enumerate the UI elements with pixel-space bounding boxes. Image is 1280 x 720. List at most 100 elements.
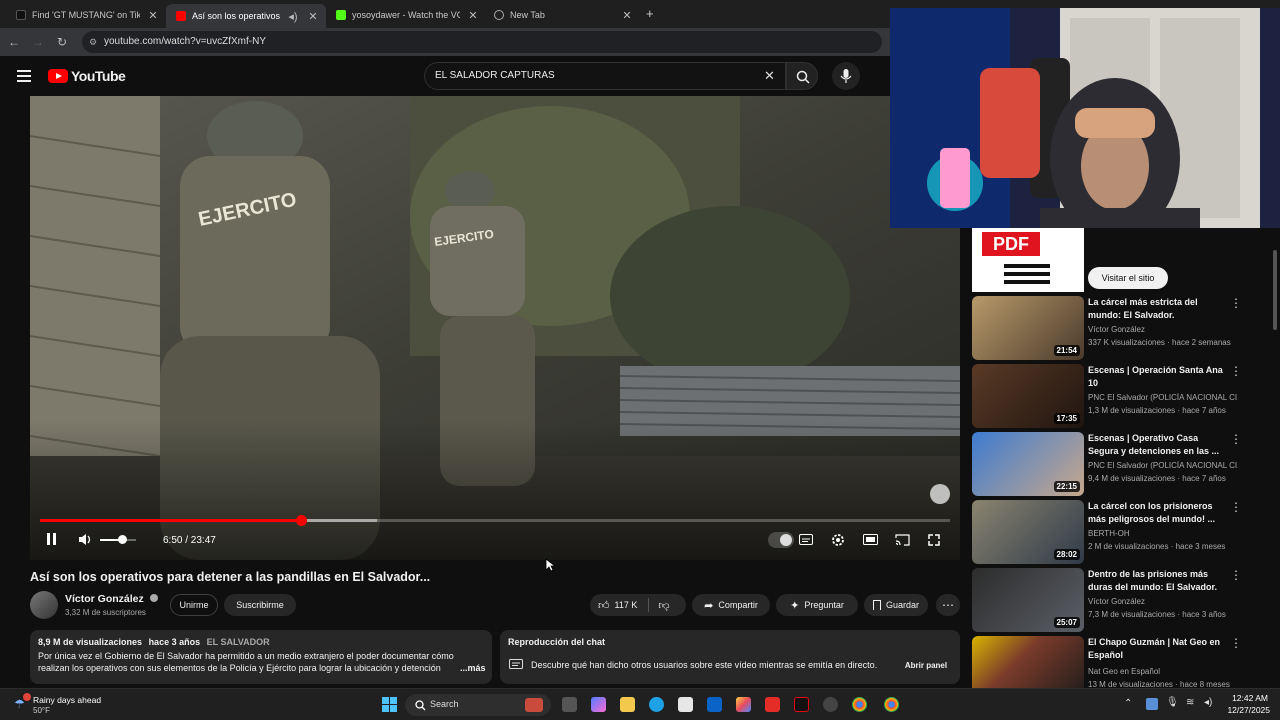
chrome-icon[interactable] xyxy=(884,697,899,712)
tab-kick[interactable]: yosoydawer - Watch the VOD c ✕ xyxy=(326,4,486,26)
settings-gear-icon[interactable] xyxy=(831,533,845,547)
subscribe-button[interactable]: Suscribirme xyxy=(224,594,296,616)
video-title[interactable]: Escenas | Operación Santa Ana 10 xyxy=(1088,364,1228,390)
chrome-icon[interactable] xyxy=(852,697,867,712)
dislike-icon[interactable]: 👎︎ xyxy=(658,599,669,612)
clear-search-icon[interactable]: ✕ xyxy=(764,68,775,84)
more-vert-icon[interactable]: ⋮ xyxy=(1230,364,1242,378)
tab-youtube[interactable]: Así son los operativos para ◂) ✕ xyxy=(166,4,326,28)
show-more-link[interactable]: ...más xyxy=(456,663,486,673)
share-button[interactable]: ➦ Compartir xyxy=(692,594,770,616)
pause-button[interactable] xyxy=(46,533,58,547)
more-vert-icon[interactable]: ⋮ xyxy=(1230,636,1242,650)
task-view-icon[interactable] xyxy=(562,697,577,712)
youtube-app-icon[interactable] xyxy=(765,697,780,712)
channel-name[interactable]: Víctor González xyxy=(1088,325,1238,334)
more-vert-icon[interactable]: ⋮ xyxy=(1230,432,1242,446)
recommended-video[interactable]: 17:35 Escenas | Operación Santa Ana 10 P… xyxy=(972,364,1272,428)
video-thumbnail[interactable]: 22:15 xyxy=(972,432,1084,496)
store-icon[interactable] xyxy=(678,697,693,712)
video-title[interactable]: La cárcel con los prisioneros más peligr… xyxy=(1088,500,1228,526)
microphone-tray-icon[interactable]: 🎙︎ xyxy=(1166,697,1179,708)
video-thumbnail[interactable] xyxy=(972,636,1084,688)
back-icon[interactable]: ← xyxy=(6,34,22,50)
settings-icon[interactable] xyxy=(823,697,838,712)
close-icon[interactable]: ✕ xyxy=(466,9,480,22)
hashtag-link[interactable]: EL SALVADOR xyxy=(207,637,270,647)
taskbar-search[interactable]: Search xyxy=(405,694,551,716)
search-button[interactable] xyxy=(786,62,818,90)
more-vert-icon[interactable]: ⋮ xyxy=(1230,568,1242,582)
forward-icon[interactable]: → xyxy=(30,34,46,50)
video-title[interactable]: Escenas | Operativo Casa Segura y detenc… xyxy=(1088,432,1228,458)
description-box[interactable]: 8,9 M de visualizaciones hace 3 años EL … xyxy=(30,630,492,684)
save-button[interactable]: Guardar xyxy=(864,594,928,616)
tab-new[interactable]: New Tab ✕ xyxy=(484,4,640,26)
join-button[interactable]: Unirme xyxy=(170,594,218,616)
close-icon[interactable]: ✕ xyxy=(620,9,634,22)
volume-slider[interactable] xyxy=(100,535,136,544)
speaker-icon[interactable]: ◂) xyxy=(288,10,298,23)
channel-name[interactable]: Víctor González xyxy=(65,593,158,605)
video-thumbnail[interactable]: 28:02 xyxy=(972,500,1084,564)
like-icon[interactable]: 👍︎ xyxy=(598,599,610,612)
close-icon[interactable]: ✕ xyxy=(306,10,320,23)
theater-mode-icon[interactable] xyxy=(863,534,878,545)
channel-name[interactable]: Nat Geo en Español xyxy=(1088,667,1238,676)
sidebar-scrollbar[interactable] xyxy=(1272,236,1278,682)
windows-start-icon[interactable] xyxy=(382,697,398,713)
volume-tray-icon[interactable]: ◂) xyxy=(1204,697,1212,708)
close-icon[interactable]: ✕ xyxy=(146,9,160,22)
ask-button[interactable]: ✦ Preguntar xyxy=(776,594,858,616)
more-actions-button[interactable]: ⋯ xyxy=(936,594,960,616)
outlook-icon[interactable] xyxy=(707,697,722,712)
channel-name[interactable]: Víctor González xyxy=(1088,597,1238,606)
visit-site-button[interactable]: Visitar el sitio xyxy=(1088,267,1168,289)
more-vert-icon[interactable]: ⋮ xyxy=(1230,500,1242,514)
new-tab-button[interactable]: + xyxy=(646,6,654,21)
more-vert-icon[interactable]: ⋮ xyxy=(1230,296,1242,310)
recommended-video[interactable]: 25:07 Dentro de las prisiones más duras … xyxy=(972,568,1272,632)
channel-name[interactable]: PNC El Salvador (POLICÍA NACIONAL CI... xyxy=(1088,393,1238,402)
youtube-logo[interactable]: YouTube xyxy=(48,68,126,84)
like-count[interactable]: 117 K xyxy=(615,600,638,610)
autoplay-toggle[interactable] xyxy=(768,532,794,548)
video-title[interactable]: El Chapo Guzmán | Nat Geo en Español xyxy=(1088,636,1228,662)
recommended-video[interactable]: 21:54 La cárcel más estricta del mundo: … xyxy=(972,296,1272,360)
recommended-video[interactable]: El Chapo Guzmán | Nat Geo en Español Nat… xyxy=(972,636,1272,688)
url-field[interactable]: ⚙ youtube.com/watch?v=uvcZfXmf-NY xyxy=(82,31,882,53)
video-player[interactable]: EJERCITO EJERCITO 6:50 / 23:47 xyxy=(30,96,960,560)
edge-icon[interactable] xyxy=(649,697,664,712)
video-title[interactable]: Dentro de las prisiones más duras del mu… xyxy=(1088,568,1228,594)
video-thumbnail[interactable]: 17:35 xyxy=(972,364,1084,428)
file-explorer-icon[interactable] xyxy=(620,697,635,712)
video-thumbnail[interactable]: 25:07 xyxy=(972,568,1084,632)
cast-icon[interactable] xyxy=(895,534,910,546)
copilot-icon[interactable] xyxy=(591,697,606,712)
voice-search-button[interactable] xyxy=(832,62,860,90)
progress-bar[interactable] xyxy=(40,515,950,526)
video-title[interactable]: La cárcel más estricta del mundo: El Sal… xyxy=(1088,296,1228,322)
ad-thumbnail[interactable]: PDF xyxy=(972,228,1084,292)
chevron-up-icon[interactable]: ⌃ xyxy=(1124,698,1132,709)
taskbar-time[interactable]: 12:42 AM xyxy=(1232,693,1268,703)
volume-icon[interactable] xyxy=(78,533,92,546)
channel-avatar[interactable] xyxy=(30,591,58,619)
channel-watermark[interactable] xyxy=(930,484,950,504)
taskbar-date[interactable]: 12/27/2025 xyxy=(1224,705,1270,715)
fullscreen-icon[interactable] xyxy=(928,534,940,546)
menu-icon[interactable] xyxy=(17,70,31,82)
channel-name[interactable]: BERTH-OH xyxy=(1088,529,1238,538)
channel-name[interactable]: PNC El Salvador (POLICÍA NACIONAL CI... xyxy=(1088,461,1238,470)
weather-widget[interactable]: ☂ xyxy=(14,693,31,711)
wifi-icon[interactable]: ≋ xyxy=(1186,697,1194,708)
search-input[interactable]: EL SALADOR CAPTURAS xyxy=(424,62,786,90)
tab-tiktok[interactable]: Find 'GT MUSTANG' on TikTok | ✕ xyxy=(6,4,166,26)
reload-icon[interactable]: ↻ xyxy=(54,34,70,50)
subtitles-icon[interactable] xyxy=(799,534,813,545)
recommended-video[interactable]: 22:15 Escenas | Operativo Casa Segura y … xyxy=(972,432,1272,496)
open-panel-button[interactable]: Abrir panel xyxy=(898,656,954,674)
recommended-video[interactable]: 28:02 La cárcel con los prisioneros más … xyxy=(972,500,1272,564)
netflix-icon[interactable] xyxy=(794,697,809,712)
site-info-icon[interactable]: ⚙ xyxy=(89,31,97,53)
